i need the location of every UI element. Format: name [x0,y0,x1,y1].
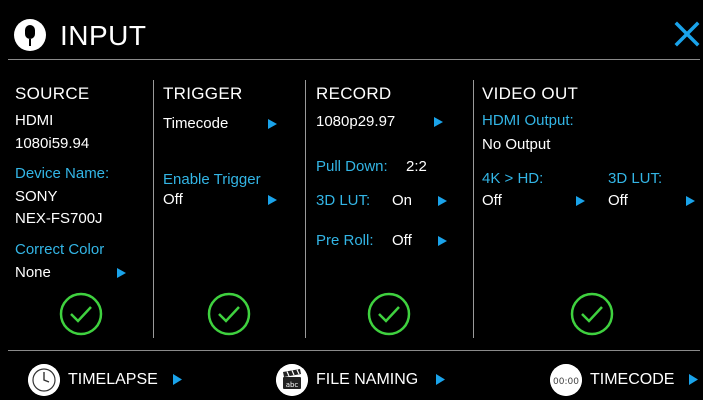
device-make-value: SONY [15,188,58,205]
record-lut-chevron-icon[interactable] [438,196,447,206]
hdmi-output-label: HDMI Output: [482,112,574,129]
timecode-icon: 00:00 [550,364,582,396]
downconvert-chevron-icon[interactable] [576,196,585,206]
timecode-icon-text: 00:00 [553,377,579,387]
pre-roll-label: Pre Roll: [316,232,374,249]
timecode-chevron-icon [689,374,698,385]
header-divider [8,59,700,60]
source-heading: SOURCE [15,84,90,103]
clock-icon [28,364,60,396]
downconvert-label: 4K > HD: [482,170,544,187]
pre-roll-value[interactable]: Off [392,231,412,251]
timelapse-chevron-icon [173,374,182,385]
video-out-lut-label: 3D LUT: [608,170,663,187]
trigger-check-icon [207,292,251,336]
enable-trigger-label: Enable Trigger [163,171,261,188]
clapperboard-icon: abc [276,364,308,396]
video-out-heading: VIDEO OUT [482,84,579,103]
video-out-check-icon [570,292,614,336]
source-format-value: 1080i59.94 [15,135,90,152]
video-out-lut-value[interactable]: Off [608,191,628,211]
microphone-icon [14,19,46,51]
column-divider [305,80,306,338]
file-naming-icon-text: abc [286,381,299,389]
column-divider [153,80,154,338]
correct-color-label: Correct Color [15,241,105,258]
device-model-value: NEX-FS700J [15,210,103,227]
pull-down-label: Pull Down: [316,158,388,175]
trigger-heading: TRIGGER [163,84,243,103]
source-input-value: HDMI [15,112,54,129]
pre-roll-chevron-icon[interactable] [438,236,447,246]
record-heading: RECORD [316,84,392,103]
file-naming-chevron-icon [436,374,445,385]
header-bar: INPUT [0,0,703,64]
pull-down-value: 2:2 [406,158,427,175]
correct-color-value[interactable]: None [15,263,51,283]
page-title: INPUT [60,20,147,51]
timelapse-label: TIMELAPSE [68,371,158,388]
timelapse-button[interactable]: TIMELAPSE [28,364,188,396]
column-divider [473,80,474,338]
video-out-lut-chevron-icon[interactable] [686,196,695,206]
close-icon[interactable] [672,19,702,49]
record-lut-label: 3D LUT: [316,192,371,209]
record-lut-value[interactable]: On [392,191,412,211]
enable-trigger-value[interactable]: Off [163,190,183,210]
source-check-icon [59,292,103,336]
trigger-mode-value[interactable]: Timecode [163,114,228,134]
correct-color-chevron-icon[interactable] [117,268,126,278]
device-name-label: Device Name: [15,165,110,182]
record-check-icon [367,292,411,336]
downconvert-value[interactable]: Off [482,191,502,211]
record-format-chevron-icon[interactable] [434,117,443,127]
hdmi-output-value: No Output [482,136,551,153]
file-naming-label: FILE NAMING [316,371,419,388]
record-format-value[interactable]: 1080p29.97 [316,112,395,132]
enable-trigger-chevron-icon[interactable] [268,195,277,205]
timecode-label: TIMECODE [590,371,675,388]
footer-divider [8,350,700,351]
trigger-mode-chevron-icon[interactable] [268,119,277,129]
file-naming-button[interactable]: abc FILE NAMING [276,364,451,396]
timecode-button[interactable]: 00:00 TIMECODE [550,364,700,396]
